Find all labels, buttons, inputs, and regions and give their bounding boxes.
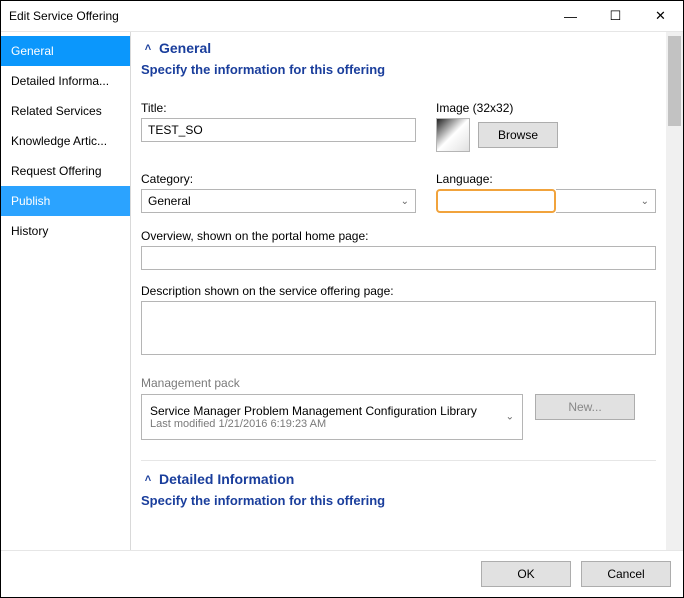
close-button[interactable]: ✕ [638,1,683,31]
main-pane: ˄ General Specify the information for th… [131,32,683,550]
maximize-button[interactable]: ☐ [593,1,638,31]
sidebar-item-general[interactable]: General [1,36,130,66]
sidebar: General Detailed Informa... Related Serv… [1,32,131,550]
sidebar-item-related[interactable]: Related Services [1,96,130,126]
overview-input[interactable] [141,246,656,270]
body: General Detailed Informa... Related Serv… [1,32,683,551]
chevron-down-icon: ⌄ [506,412,514,423]
sidebar-item-knowledge[interactable]: Knowledge Artic... [1,126,130,156]
section-subtitle-general: Specify the information for this offerin… [135,60,662,91]
ok-button[interactable]: OK [481,561,571,587]
language-select[interactable] [436,189,556,213]
category-select[interactable]: General ⌄ [141,189,416,213]
image-thumbnail-icon [436,118,470,152]
chevron-down-icon: ⌄ [641,196,649,207]
language-label: Language: [436,172,656,186]
language-select-extra[interactable]: ⌄ [556,189,656,213]
footer: OK Cancel [1,551,683,597]
section-subtitle-detailed: Specify the information for this offerin… [135,491,662,522]
section-title-general: General [159,40,211,56]
category-value: General [148,194,191,208]
window-title: Edit Service Offering [9,9,548,23]
mp-value: Service Manager Problem Management Confi… [150,404,514,418]
scrollbar-thumb[interactable] [668,36,681,126]
sidebar-item-publish[interactable]: Publish [1,186,130,216]
minimize-button[interactable]: — [548,1,593,31]
sidebar-item-detailed[interactable]: Detailed Informa... [1,66,130,96]
management-pack-select[interactable]: Service Manager Problem Management Confi… [141,394,523,440]
chevron-up-icon: ˄ [141,473,155,485]
section-header-detailed[interactable]: ˄ Detailed Information [135,463,662,491]
mp-modified: Last modified 1/21/2016 6:19:23 AM [150,418,514,430]
sidebar-item-history[interactable]: History [1,216,130,246]
overview-label: Overview, shown on the portal home page: [141,229,656,243]
sidebar-item-request[interactable]: Request Offering [1,156,130,186]
category-label: Category: [141,172,416,186]
description-input[interactable] [141,301,656,355]
chevron-down-icon: ⌄ [401,196,409,207]
title-input[interactable] [141,118,416,142]
chevron-up-icon: ˄ [141,42,155,54]
section-header-general[interactable]: ˄ General [135,32,662,60]
new-button[interactable]: New... [535,394,635,420]
section-title-detailed: Detailed Information [159,471,294,487]
titlebar: Edit Service Offering — ☐ ✕ [1,1,683,31]
title-label: Title: [141,101,416,115]
description-label: Description shown on the service offerin… [141,284,656,298]
content: ˄ General Specify the information for th… [131,32,666,550]
browse-button[interactable]: Browse [478,122,558,148]
window: Edit Service Offering — ☐ ✕ General Deta… [0,0,684,598]
image-label: Image (32x32) [436,101,656,115]
scrollbar[interactable] [666,32,683,550]
mp-label: Management pack [141,376,656,390]
cancel-button[interactable]: Cancel [581,561,671,587]
